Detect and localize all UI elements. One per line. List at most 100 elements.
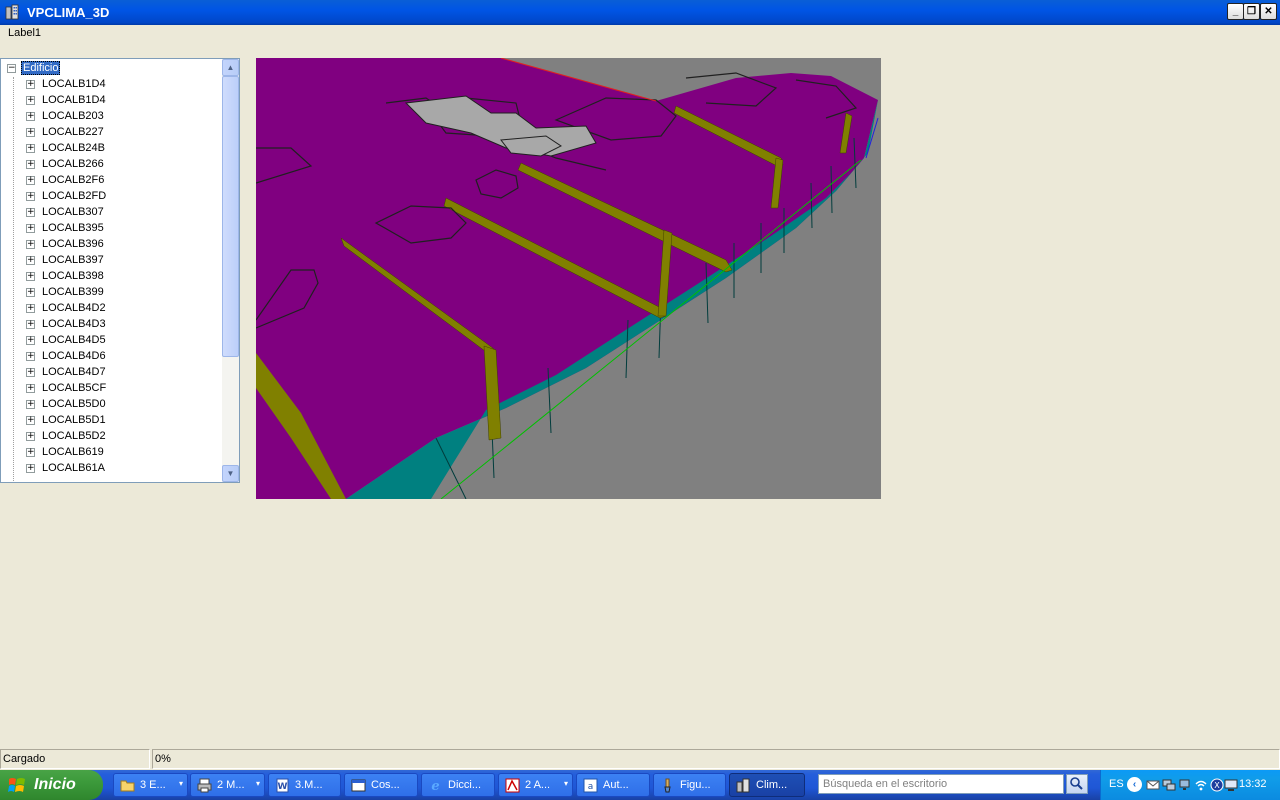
network-icon[interactable]	[1162, 778, 1176, 792]
tree-item[interactable]: + LOCALB399	[1, 285, 223, 301]
tree-item[interactable]: + LOCALB5D2	[1, 429, 223, 445]
taskbar-button[interactable]: 2 A... ▾	[498, 773, 573, 797]
tree-item[interactable]: + LOCALB61A	[1, 461, 223, 477]
printer-icon	[197, 778, 212, 793]
title-bar: VPCLIMA_3D _ ❐ ✕	[0, 0, 1280, 25]
language-indicator[interactable]: ES	[1109, 778, 1124, 790]
tree-item[interactable]: + LOCALB4D3	[1, 317, 223, 333]
taskbar-button[interactable]: a Aut...	[576, 773, 650, 797]
network-icon[interactable]	[1178, 778, 1192, 792]
tree-item[interactable]: + LOCALB4D5	[1, 333, 223, 349]
tree-item[interactable]: + LOCALB395	[1, 221, 223, 237]
tree-item-label: LOCALB1D4	[42, 78, 106, 90]
display-icon[interactable]	[1224, 778, 1238, 792]
taskbar-button[interactable]: Clim...	[729, 773, 805, 797]
expand-icon[interactable]: +	[26, 144, 35, 153]
tree-item[interactable]: + LOCALB1D4	[1, 77, 223, 93]
expand-icon[interactable]: +	[26, 80, 35, 89]
tree-scrollbar[interactable]: ▲ ▼	[222, 59, 239, 482]
expand-icon[interactable]: +	[26, 448, 35, 457]
minimize-button[interactable]: _	[1227, 3, 1244, 20]
expand-icon[interactable]: +	[26, 288, 35, 297]
tree-item[interactable]: + LOCALB227	[1, 125, 223, 141]
taskbar: Inicio 3 E... ▾ 2 M... ▾ W 3.M... Cos... e Dicci…	[0, 770, 1280, 800]
clock[interactable]: 13:32	[1239, 778, 1267, 790]
expand-icon[interactable]: +	[26, 304, 35, 313]
expand-icon[interactable]: +	[26, 432, 35, 441]
expand-icon[interactable]: +	[26, 336, 35, 345]
taskbar-button[interactable]: 2 M... ▾	[190, 773, 265, 797]
expand-icon[interactable]: +	[26, 464, 35, 473]
expand-icon[interactable]: +	[26, 320, 35, 329]
tree-item[interactable]: + LOCALB2FD	[1, 189, 223, 205]
taskbar-button-label: Clim...	[756, 779, 788, 791]
tree-item[interactable]: + LOCALB4D6	[1, 349, 223, 365]
taskbar-button[interactable]: Figu...	[653, 773, 726, 797]
tree-item[interactable]: + LOCALB4D2	[1, 301, 223, 317]
tree-item[interactable]: + LOCALB4D7	[1, 365, 223, 381]
tree-item[interactable]: + LOCALB1D4	[1, 93, 223, 109]
expand-icon[interactable]: +	[26, 112, 35, 121]
tree-item[interactable]: + LOCALB5D0	[1, 397, 223, 413]
restore-button[interactable]: ❐	[1243, 3, 1260, 20]
expand-icon[interactable]: +	[26, 96, 35, 105]
autocad-icon: a	[583, 778, 598, 793]
start-button[interactable]: Inicio	[0, 770, 103, 800]
taskbar-button[interactable]: W 3.M...	[268, 773, 341, 797]
expand-icon[interactable]: +	[26, 368, 35, 377]
collapse-icon[interactable]: −	[7, 64, 16, 73]
tree-item-label: LOCALB5D2	[42, 430, 106, 442]
expand-icon[interactable]: +	[26, 384, 35, 393]
tree-item[interactable]: + LOCALB5CF	[1, 381, 223, 397]
expand-icon[interactable]: +	[26, 256, 35, 265]
tree-item[interactable]: + LOCALB398	[1, 269, 223, 285]
desktop-search-input[interactable]: Búsqueda en el escritorio	[818, 774, 1064, 794]
tree-item-label: LOCALB2FD	[42, 190, 107, 202]
building-icon	[5, 4, 19, 20]
show-hidden-icons-button[interactable]: ‹	[1127, 777, 1142, 792]
taskbar-button[interactable]: 3 E... ▾	[113, 773, 188, 797]
scroll-down-button[interactable]: ▼	[222, 465, 239, 482]
expand-icon[interactable]: +	[26, 240, 35, 249]
building-tree-view[interactable]: − Edificio + LOCALB1D4 + LOCALB1D4 + LOCALB20…	[0, 58, 240, 483]
tree-item[interactable]: + LOCALB266	[1, 157, 223, 173]
expand-icon[interactable]: +	[26, 400, 35, 409]
tree-item[interactable]: + LOCALB203	[1, 109, 223, 125]
expand-icon[interactable]: +	[26, 128, 35, 137]
tree-item[interactable]: + LOCALB619	[1, 445, 223, 461]
tree-item[interactable]: + LOCALB2F6	[1, 173, 223, 189]
label1: Label1	[8, 27, 42, 39]
tree-item-label: LOCALB399	[42, 286, 104, 298]
search-button[interactable]	[1066, 774, 1088, 794]
windows-logo-icon	[8, 778, 25, 792]
tree-item[interactable]: + LOCALB396	[1, 237, 223, 253]
wireless-icon[interactable]	[1194, 778, 1208, 792]
tree-item[interactable]: + LOCALB397	[1, 253, 223, 269]
status-bar: Cargado 0%	[0, 747, 1280, 770]
taskbar-button[interactable]: e Dicci...	[421, 773, 495, 797]
expand-icon[interactable]: +	[26, 176, 35, 185]
expand-icon[interactable]: +	[26, 160, 35, 169]
expand-icon[interactable]: +	[26, 352, 35, 361]
expand-icon[interactable]: +	[26, 416, 35, 425]
tree-root-label[interactable]: Edificio	[21, 61, 61, 75]
expand-icon[interactable]: +	[26, 192, 35, 201]
tree-item[interactable]: + LOCALB5D1	[1, 413, 223, 429]
expand-icon[interactable]: +	[26, 272, 35, 281]
close-button[interactable]: ✕	[1260, 3, 1277, 20]
scroll-up-button[interactable]: ▲	[222, 59, 239, 76]
tree-item[interactable]: + LOCALB24B	[1, 141, 223, 157]
3d-viewport[interactable]	[256, 58, 881, 499]
expand-icon[interactable]: +	[26, 224, 35, 233]
svg-text:a: a	[588, 782, 594, 792]
mail-icon[interactable]	[1146, 778, 1160, 792]
progress-text: 0%	[152, 749, 1280, 769]
tree-item-label: LOCALB5D1	[42, 414, 106, 426]
tree-item[interactable]: + LOCALB307	[1, 205, 223, 221]
taskbar-button[interactable]: Cos...	[344, 773, 418, 797]
expand-icon[interactable]: +	[26, 208, 35, 217]
antivirus-icon[interactable]: X	[1210, 778, 1224, 792]
svg-text:e: e	[431, 779, 439, 793]
scroll-thumb[interactable]	[222, 76, 239, 357]
chevron-down-icon: ▾	[563, 779, 568, 788]
